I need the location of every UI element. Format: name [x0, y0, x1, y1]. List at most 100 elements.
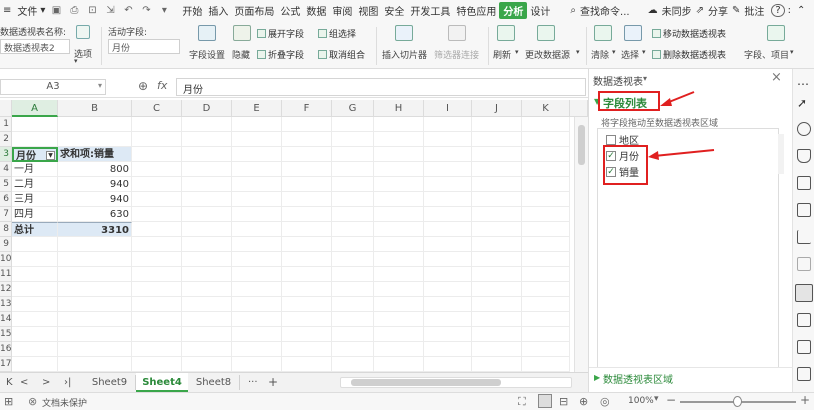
field-item-sales[interactable]: ✓ 销量 [606, 164, 639, 179]
tab-developer[interactable]: 开发工具 [407, 3, 453, 18]
page-break-view-icon[interactable]: ⊕ [579, 395, 588, 408]
grid-cell[interactable] [232, 327, 282, 342]
name-box-caret-icon[interactable]: ▾ [98, 81, 102, 90]
normal-view-icon[interactable] [538, 394, 552, 408]
grid-cell[interactable] [182, 237, 232, 252]
column-header[interactable]: A [12, 100, 58, 117]
grid-cell[interactable] [374, 237, 424, 252]
grid-cell[interactable] [232, 132, 282, 147]
grid-cell[interactable] [182, 357, 232, 372]
grid-cell[interactable] [472, 327, 522, 342]
row-header[interactable]: 5 [0, 177, 12, 192]
reading-mode-icon[interactable]: ◎ [600, 395, 610, 408]
grid-cell[interactable] [472, 252, 522, 267]
select-icon[interactable] [624, 25, 642, 41]
pivot-row-value[interactable]: 940 [58, 177, 132, 192]
hide-button[interactable]: 隐藏 [232, 48, 250, 61]
grid-cell[interactable] [232, 117, 282, 132]
page-layout-view-icon[interactable]: ⊟ [559, 395, 568, 408]
grid-cell[interactable] [522, 177, 570, 192]
grid-cell[interactable] [374, 222, 424, 237]
grid-cell[interactable] [332, 192, 374, 207]
refresh-caret-icon[interactable]: ▾ [515, 48, 519, 56]
pivot-row-label[interactable]: 二月 [12, 177, 58, 192]
grid-cell[interactable] [374, 162, 424, 177]
grid-cell[interactable] [282, 177, 332, 192]
tab-design[interactable]: 设计 [527, 3, 553, 18]
pivot-header-sum[interactable]: 求和项:销量 [58, 147, 132, 162]
grid-cell[interactable] [182, 282, 232, 297]
grid-cell[interactable] [182, 177, 232, 192]
field-item-month[interactable]: ✓ 月份 [606, 148, 639, 163]
comment-button[interactable]: 批注 [741, 3, 767, 18]
collapse-ribbon-icon[interactable]: ⌃ [794, 5, 808, 16]
insert-slicer-icon[interactable] [395, 25, 413, 41]
grid-cell[interactable] [132, 132, 182, 147]
grid-cell[interactable] [58, 357, 132, 372]
grid-cell[interactable] [374, 282, 424, 297]
grid-cell[interactable] [58, 342, 132, 357]
pivot-row-value[interactable]: 630 [58, 207, 132, 222]
clear-button[interactable]: 清除 [591, 48, 609, 61]
grid-cell[interactable] [424, 267, 472, 282]
grid-cell[interactable] [182, 207, 232, 222]
checkbox-checked-icon[interactable]: ✓ [606, 166, 616, 177]
fields-items-caret-icon[interactable]: ▾ [790, 48, 794, 56]
pivot-row-value[interactable]: 800 [58, 162, 132, 177]
grid-cell[interactable] [472, 312, 522, 327]
archive-icon[interactable] [797, 367, 811, 381]
sheet-tab-sheet9[interactable]: Sheet9 [84, 375, 136, 390]
sidebar-more-icon[interactable]: ⋯ [797, 77, 811, 91]
column-header[interactable]: J [472, 100, 522, 117]
sheet-tab-sheet4[interactable]: Sheet4 [136, 373, 188, 392]
grid-cell[interactable] [132, 147, 182, 162]
column-header[interactable]: H [374, 100, 424, 117]
grid-cell[interactable] [232, 252, 282, 267]
tab-security[interactable]: 安全 [381, 3, 407, 18]
grid-cell[interactable] [58, 297, 132, 312]
document-protection-status[interactable]: 文档未保护 [42, 396, 87, 409]
row-header[interactable]: 8 [0, 222, 12, 237]
grid-cell[interactable] [182, 312, 232, 327]
grid-cell[interactable] [332, 327, 374, 342]
grid-cell[interactable] [58, 282, 132, 297]
tab-page-layout[interactable]: 页面布局 [231, 3, 277, 18]
grid-cell[interactable] [472, 342, 522, 357]
grid-cell[interactable] [58, 327, 132, 342]
tab-view[interactable]: 视图 [355, 3, 381, 18]
grid-cell[interactable] [522, 207, 570, 222]
grid-cell[interactable] [332, 252, 374, 267]
grid-cell[interactable] [374, 207, 424, 222]
grid-cell[interactable] [374, 357, 424, 372]
column-header[interactable]: K [522, 100, 570, 117]
grid-cell[interactable] [424, 297, 472, 312]
grid-cell[interactable] [282, 357, 332, 372]
grid-cell[interactable] [282, 192, 332, 207]
table-icon[interactable] [797, 176, 811, 190]
grid-cell[interactable] [472, 192, 522, 207]
grid-cell[interactable] [374, 327, 424, 342]
pivot-row-label[interactable]: 三月 [12, 192, 58, 207]
zoom-level[interactable]: 100% [628, 396, 654, 406]
ungroup-button[interactable]: 取消组合 [318, 48, 365, 61]
grid-cell[interactable] [12, 282, 58, 297]
tab-data[interactable]: 数据 [303, 3, 329, 18]
grid-cell[interactable] [58, 252, 132, 267]
grid-cell[interactable] [232, 297, 282, 312]
grid-cell[interactable] [332, 207, 374, 222]
pivot-row-value[interactable]: 940 [58, 192, 132, 207]
grid-cell[interactable] [472, 132, 522, 147]
grid-cell[interactable] [232, 177, 282, 192]
delete-pivot-button[interactable]: 删除数据透视表 [652, 48, 726, 61]
name-box[interactable]: A3 [0, 79, 106, 95]
row-header[interactable]: 6 [0, 192, 12, 207]
grid-cell[interactable] [132, 192, 182, 207]
grid-cell[interactable] [424, 252, 472, 267]
grid-cell[interactable] [282, 147, 332, 162]
grid-cell[interactable] [424, 222, 472, 237]
field-settings-button[interactable]: 字段设置 [189, 48, 225, 61]
pivot-areas-heading[interactable]: 数据透视表区域 [603, 371, 673, 386]
horizontal-scrollbar[interactable] [340, 377, 572, 388]
tab-features[interactable]: 特色应用 [453, 3, 499, 18]
row-header[interactable]: 3 [0, 147, 12, 162]
